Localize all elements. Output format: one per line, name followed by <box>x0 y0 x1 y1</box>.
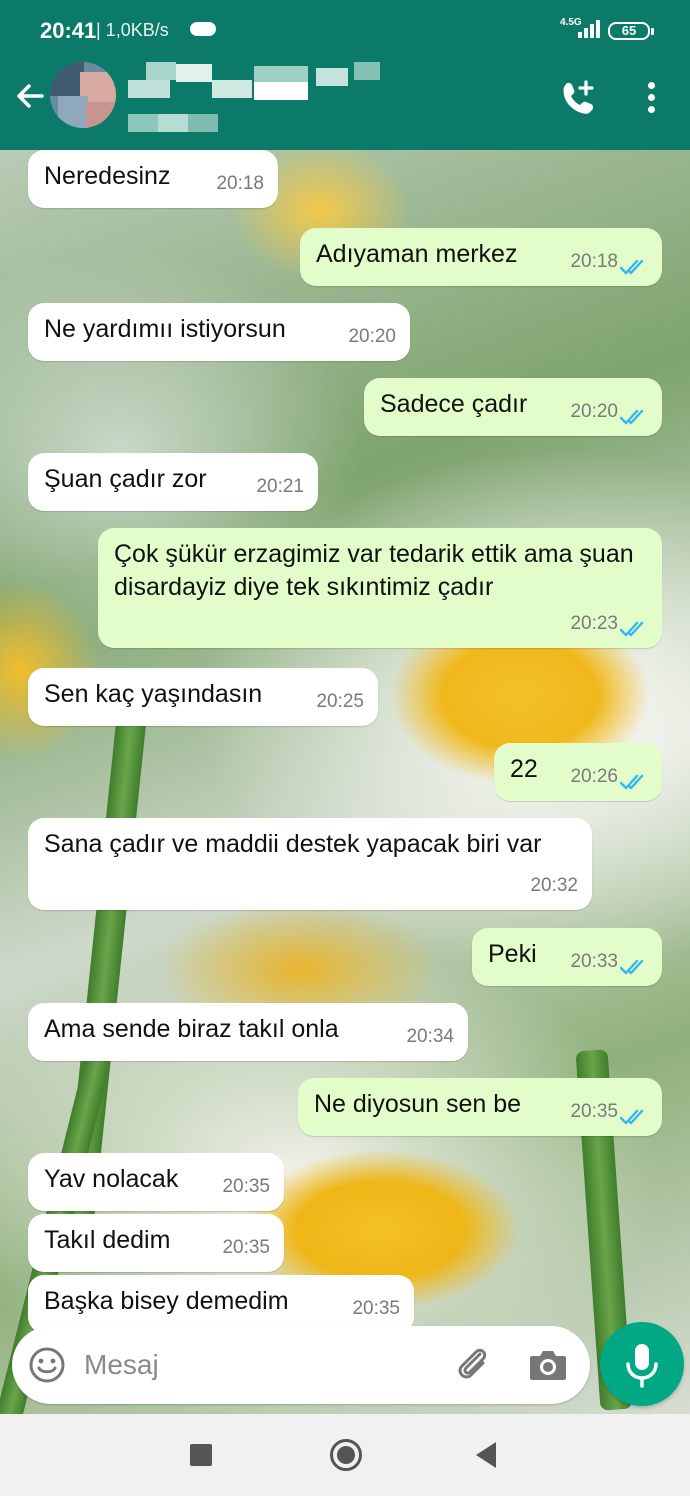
read-receipt-icon <box>620 959 644 975</box>
incoming-message[interactable]: Başka bisey demedim 20:35 <box>28 1275 414 1333</box>
message-text: Adıyaman merkez <box>316 240 518 268</box>
outgoing-message[interactable]: Peki 20:33 <box>472 928 662 986</box>
status-speed: | 1,0KB/s <box>96 20 169 40</box>
message-time: 20:26 <box>570 766 618 787</box>
message-time: 20:32 <box>530 875 578 896</box>
incoming-message[interactable]: Ama sende biraz takıl onla 20:34 <box>28 1003 468 1061</box>
read-receipt-icon <box>620 621 644 637</box>
message-text: Sana çadır ve maddii destek yapacak biri… <box>44 830 542 858</box>
message-time: 20:23 <box>570 613 618 634</box>
status-time: 20:41 <box>40 18 97 43</box>
contact-status-redacted <box>128 114 218 132</box>
message-text: Neredesinz <box>44 162 171 190</box>
message-time: 20:35 <box>222 1237 270 1258</box>
message-time: 20:20 <box>348 326 396 347</box>
message-time: 20:21 <box>256 476 304 497</box>
incoming-message[interactable]: Ne yardımıı istiyorsun 20:20 <box>28 303 410 361</box>
outgoing-message[interactable]: Çok şükür erzagimiz var tedarik ettik am… <box>98 528 662 648</box>
contact-name-redacted[interactable] <box>128 62 388 102</box>
message-text: Takıl dedim <box>44 1226 171 1254</box>
message-text: Yav nolacak <box>44 1165 179 1193</box>
message-text: Ne diyosun sen be <box>314 1090 522 1118</box>
app-bar: 20:41 | 1,0KB/s 4.5G 65 <box>0 0 690 150</box>
signal-icon <box>578 20 600 38</box>
outgoing-message[interactable]: Adıyaman merkez 20:18 <box>300 228 662 286</box>
status-bar: 20:41 | 1,0KB/s 4.5G 65 <box>0 0 690 60</box>
message-time: 20:35 <box>570 1101 618 1122</box>
message-time: 20:35 <box>352 1298 400 1319</box>
message-text: Ama sende biraz takıl onla <box>44 1015 339 1043</box>
camera-icon[interactable] <box>528 1346 568 1384</box>
read-receipt-icon <box>620 409 644 425</box>
system-nav-bar <box>0 1414 690 1496</box>
message-time: 20:34 <box>406 1026 454 1047</box>
message-text: Sadece çadır <box>380 390 528 418</box>
contact-avatar[interactable] <box>50 62 116 128</box>
read-receipt-icon <box>620 259 644 275</box>
message-text: Peki <box>488 940 537 968</box>
chat-area[interactable]: Neredesinz 20:18 Adıyaman merkez 20:18 Ne ya… <box>0 150 690 1414</box>
message-time: 20:25 <box>316 691 364 712</box>
message-text: Çok şükür erzagimiz var tedarik ettik am… <box>114 540 634 601</box>
message-time: 20:35 <box>222 1176 270 1197</box>
more-vert-icon[interactable] <box>640 80 664 116</box>
back-triangle-icon[interactable] <box>476 1442 496 1468</box>
incoming-message[interactable]: Yav nolacak 20:35 <box>28 1153 284 1211</box>
arrow-left-icon[interactable] <box>12 78 48 114</box>
message-time: 20:18 <box>216 173 264 194</box>
incoming-message[interactable]: Sen kaç yaşındasın 20:25 <box>28 668 378 726</box>
recents-square-icon[interactable] <box>190 1444 212 1466</box>
message-time: 20:33 <box>570 951 618 972</box>
paperclip-icon[interactable] <box>452 1344 494 1386</box>
outgoing-message[interactable]: Sadece çadır 20:20 <box>364 378 662 436</box>
message-time: 20:20 <box>570 401 618 422</box>
message-text: Başka bisey demedim <box>44 1287 289 1315</box>
read-receipt-icon <box>620 774 644 790</box>
cloud-icon <box>190 22 216 36</box>
incoming-message[interactable]: Takıl dedim 20:35 <box>28 1214 284 1272</box>
read-receipt-icon <box>620 1109 644 1125</box>
battery-icon: 65 <box>608 22 654 40</box>
message-input[interactable] <box>84 1344 424 1386</box>
message-text: 22 <box>510 755 538 783</box>
message-time: 20:18 <box>570 251 618 272</box>
mic-icon <box>626 1344 658 1388</box>
message-text: Sen kaç yaşındasın <box>44 680 263 708</box>
outgoing-message[interactable]: Ne diyosun sen be 20:35 <box>298 1078 662 1136</box>
message-text: Şuan çadır zor <box>44 465 207 493</box>
add-call-icon[interactable] <box>558 78 598 118</box>
incoming-message[interactable]: Neredesinz 20:18 <box>28 150 278 208</box>
home-circle-icon[interactable] <box>330 1439 362 1471</box>
message-composer <box>12 1326 590 1404</box>
outgoing-message[interactable]: 22 20:26 <box>494 743 662 801</box>
mic-button[interactable] <box>600 1322 684 1406</box>
message-text: Ne yardımıı istiyorsun <box>44 315 286 343</box>
incoming-message[interactable]: Şuan çadır zor 20:21 <box>28 453 318 511</box>
emoji-icon[interactable] <box>28 1346 66 1384</box>
incoming-message[interactable]: Sana çadır ve maddii destek yapacak biri… <box>28 818 592 910</box>
